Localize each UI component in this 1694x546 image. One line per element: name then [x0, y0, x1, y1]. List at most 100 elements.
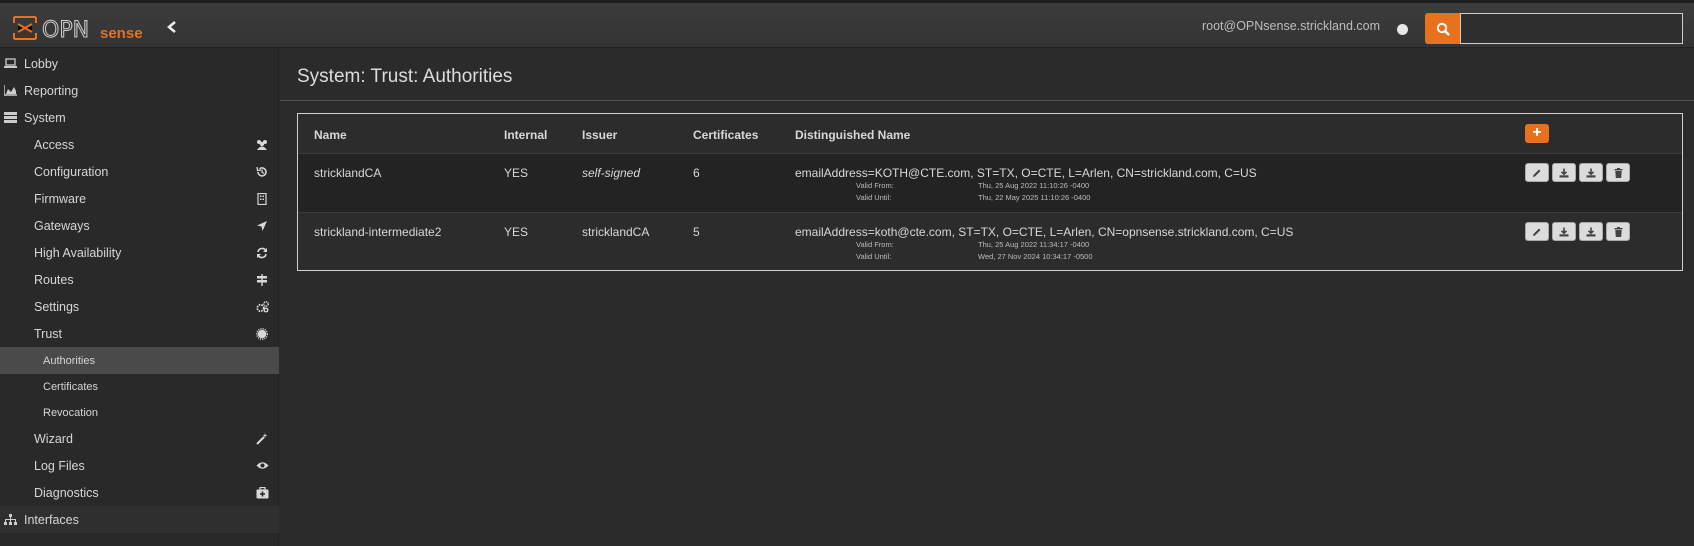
sidebar-item-label: Wizard [34, 431, 73, 446]
cell-name: stricklandCA [314, 166, 382, 180]
sidebar-item-certificates[interactable]: Certificates [0, 373, 279, 400]
brand-primary-text: OPN [42, 18, 89, 43]
sidebar-item-access[interactable]: Access [0, 131, 279, 158]
sidebar-item-lobby[interactable]: Lobby [0, 50, 279, 77]
export-key-button[interactable] [1579, 163, 1603, 182]
cell-name: strickland-intermediate2 [314, 225, 442, 239]
search-icon [1436, 22, 1450, 36]
sidebar-item-reporting[interactable]: Reporting [0, 77, 279, 104]
cell-distinguished-name: emailAddress=koth@cte.com, ST=TX, O=CTE,… [795, 225, 1294, 239]
search-button[interactable] [1425, 13, 1460, 44]
sidebar-item-authorities[interactable]: Authorities [0, 347, 279, 374]
sidebar-item-label: Access [34, 137, 75, 152]
sidebar-item-label: Authorities [43, 354, 95, 367]
map-signs-icon [255, 273, 269, 287]
cell-certificates: 5 [693, 225, 700, 239]
user-label[interactable]: root@OPNsense.strickland.com [1202, 19, 1380, 33]
sidebar-item-label: Firmware [34, 191, 87, 206]
edit-button[interactable] [1525, 163, 1549, 182]
building-icon [255, 192, 269, 206]
sidebar-item-system[interactable]: System [0, 104, 279, 131]
sidebar-item-settings[interactable]: Settings [0, 293, 279, 320]
row-actions [1525, 163, 1630, 182]
column-header-name[interactable]: Name [314, 128, 347, 142]
delete-button[interactable] [1606, 222, 1630, 241]
sidebar-item-firmware[interactable]: Firmware [0, 185, 279, 212]
download-icon [1586, 168, 1596, 177]
sidebar-item-label: High Availability [34, 245, 122, 260]
column-header-distinguished-name[interactable]: Distinguished Name [795, 128, 910, 142]
valid-from-label: Valid From: [856, 181, 894, 190]
sidebar-item-diagnostics[interactable]: Diagnostics [0, 479, 279, 506]
cell-certificates: 6 [693, 166, 700, 180]
export-key-button[interactable] [1579, 222, 1603, 241]
cell-issuer: stricklandCA [582, 225, 650, 239]
sidebar-item-label: Gateways [34, 218, 90, 233]
location-arrow-icon [255, 219, 269, 233]
trash-icon [1614, 226, 1622, 237]
page-title: System: Trust: Authorities [297, 66, 513, 87]
valid-until-value: Thu, 22 May 2025 11:10:26 -0400 [978, 193, 1091, 202]
sidebar-item-revocation[interactable]: Revocation [0, 399, 279, 426]
trash-icon [1614, 167, 1622, 178]
sidebar-item-label: Diagnostics [34, 485, 99, 500]
delete-button[interactable] [1606, 163, 1630, 182]
cell-internal: YES [504, 225, 529, 239]
sidebar-item-high-availability[interactable]: High Availability [0, 239, 279, 266]
sidebar-item-log-files[interactable]: Log Files [0, 452, 279, 479]
sidebar-item-label: Reporting [24, 83, 79, 98]
sidebar-item-label: Certificates [43, 380, 99, 393]
column-header-internal[interactable]: Internal [504, 128, 547, 142]
sidebar-item-configuration[interactable]: Configuration [0, 158, 279, 185]
magic-icon [255, 432, 269, 446]
add-authority-button[interactable]: + [1525, 124, 1549, 143]
row-actions [1525, 222, 1630, 241]
valid-from-label: Valid From: [856, 240, 894, 249]
sidebar: Lobby Reporting System Access Configurat… [0, 48, 279, 546]
top-bar: OPN sense root@OPNsense.strickland.com [0, 0, 1694, 48]
users-icon [255, 138, 269, 152]
refresh-icon [255, 246, 269, 260]
medkit-icon [255, 486, 269, 500]
collapse-sidebar-icon[interactable] [166, 20, 180, 36]
pencil-icon [1533, 228, 1541, 236]
brand-secondary-text: sense [100, 25, 143, 42]
table-header: Name Internal Issuer Certificates Distin… [298, 114, 1682, 154]
cell-issuer: self-signed [582, 166, 641, 180]
cell-internal: YES [504, 166, 529, 180]
sitemap-icon [3, 513, 17, 527]
table-row: stricklandCA YES self-signed 6 emailAddr… [298, 154, 1682, 213]
main-content: System: Trust: Authorities Name Internal… [280, 48, 1694, 546]
sidebar-item-wizard[interactable]: Wizard [0, 425, 279, 452]
sidebar-item-routes[interactable]: Routes [0, 266, 279, 293]
valid-until-value: Wed, 27 Nov 2024 10:34:17 -0500 [978, 252, 1093, 261]
sidebar-item-interfaces[interactable]: Interfaces [0, 506, 279, 533]
sidebar-item-label: Revocation [43, 406, 99, 419]
sidebar-item-label: Settings [34, 299, 80, 314]
sidebar-item-label: Lobby [24, 56, 59, 71]
status-dot-icon[interactable] [1397, 24, 1408, 35]
export-certificate-button[interactable] [1552, 163, 1576, 182]
eye-icon [255, 459, 269, 473]
sidebar-item-label: Log Files [34, 458, 85, 473]
history-icon [255, 165, 269, 179]
pencil-icon [1533, 169, 1541, 177]
area-chart-icon [3, 84, 17, 98]
opnsense-logo[interactable]: OPN sense [12, 13, 152, 44]
column-header-issuer[interactable]: Issuer [582, 128, 617, 142]
cell-distinguished-name: emailAddress=KOTH@CTE.com, ST=TX, O=CTE,… [795, 166, 1257, 180]
sidebar-item-label: System [24, 110, 66, 125]
valid-until-label: Valid Until: [856, 252, 892, 261]
sidebar-item-gateways[interactable]: Gateways [0, 212, 279, 239]
cogs-icon [255, 300, 269, 314]
edit-button[interactable] [1525, 222, 1549, 241]
valid-from-value: Thu, 25 Aug 2022 11:34:17 -0400 [978, 240, 1090, 249]
sidebar-item-label: Configuration [34, 164, 109, 179]
export-certificate-button[interactable] [1552, 222, 1576, 241]
column-header-certificates[interactable]: Certificates [693, 128, 758, 142]
sidebar-item-trust[interactable]: Trust [0, 320, 279, 347]
authorities-table: Name Internal Issuer Certificates Distin… [297, 113, 1683, 271]
valid-from-value: Thu, 25 Aug 2022 11:10:26 -0400 [978, 181, 1090, 190]
certificate-icon [255, 327, 269, 341]
search-input[interactable] [1460, 13, 1683, 44]
